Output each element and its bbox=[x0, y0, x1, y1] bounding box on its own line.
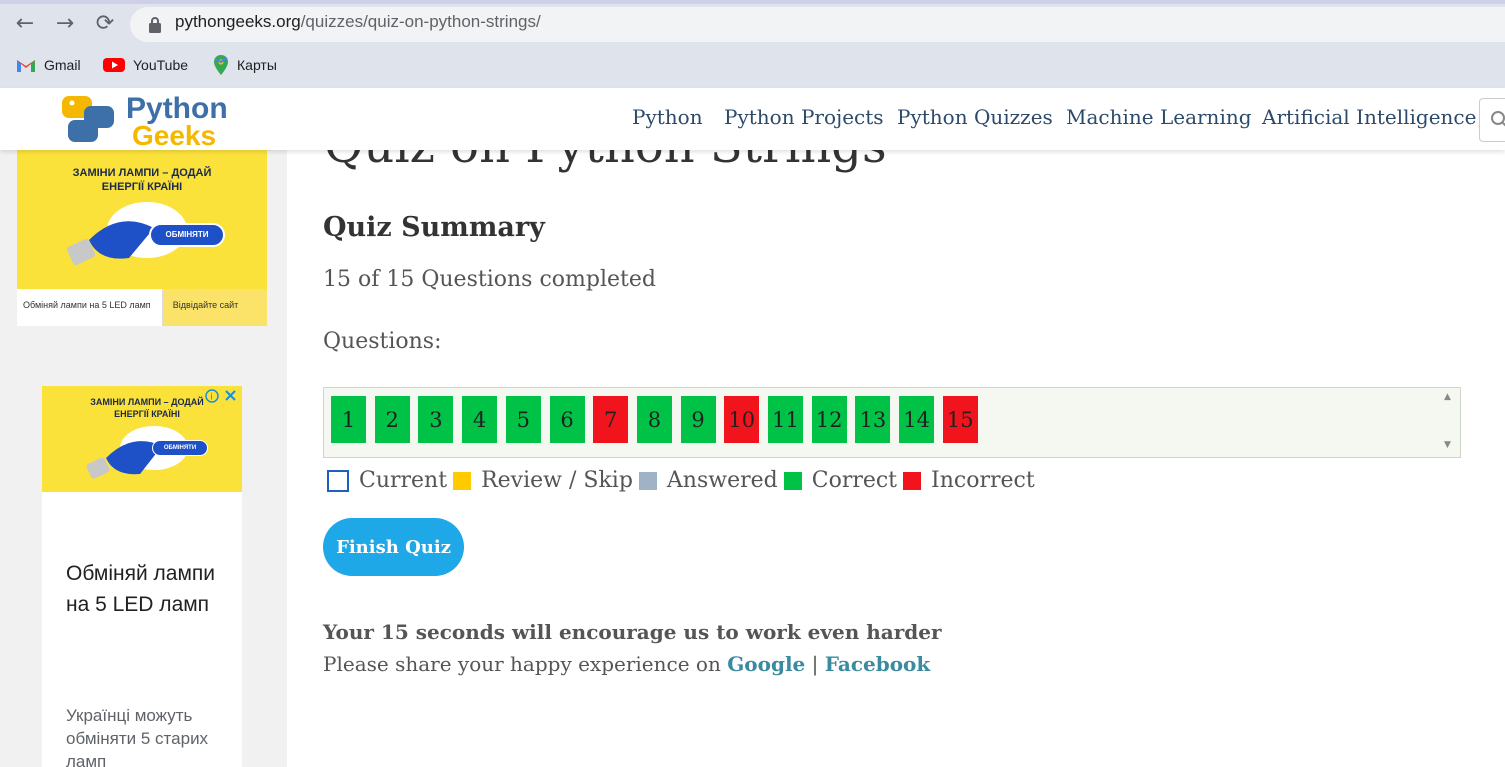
questions-completed-text: 15 of 15 Questions completed bbox=[323, 267, 656, 292]
scroll-up-icon[interactable]: ▲ bbox=[1444, 392, 1451, 402]
question-item-4[interactable]: 4 bbox=[462, 396, 498, 443]
adchoices-close-icon[interactable]: i bbox=[204, 388, 240, 404]
legend-label: Incorrect bbox=[931, 468, 1035, 493]
question-item-15[interactable]: 15 bbox=[942, 396, 978, 443]
legend-swatch-review-skip bbox=[453, 471, 472, 490]
menu-python-projects[interactable]: Python Projects bbox=[724, 105, 884, 129]
menu-python[interactable]: Python bbox=[632, 105, 703, 129]
quiz-summary-heading: Quiz Summary bbox=[323, 212, 545, 243]
lightbulb-image bbox=[86, 426, 188, 479]
search-icon bbox=[1491, 111, 1505, 127]
bookmark-label: Gmail bbox=[44, 57, 81, 73]
encourage-text: Your 15 seconds will encourage us to wor… bbox=[323, 620, 942, 644]
question-item-14[interactable]: 14 bbox=[899, 396, 935, 443]
ad-image: ЗАМІНИ ЛАМПИ – ДОДАЙ ЕНЕРГІЇ КРАЇНІ ОБМІ… bbox=[42, 386, 242, 492]
google-link[interactable]: Google bbox=[727, 652, 805, 676]
question-legend: Current Review / Skip Answered Correct Incor… bbox=[327, 468, 1041, 493]
ad-visit-button[interactable]: Відвідайте сайт bbox=[161, 289, 267, 326]
question-item-12[interactable]: 12 bbox=[811, 396, 847, 443]
sidebar-ad-1[interactable]: ЗАМІНИ ЛАМПИ – ДОДАЙ ЕНЕРГІЇ КРАЇНІ ОБМІ… bbox=[17, 150, 267, 326]
facebook-link[interactable]: Facebook bbox=[825, 652, 931, 676]
ad-footer: Обміняй лампи на 5 LED ламп Відвідайте с… bbox=[17, 289, 267, 326]
ad-headline: ЗАМІНИ ЛАМПИ – ДОДАЙ ЕНЕРГІЇ КРАЇНІ bbox=[90, 397, 204, 419]
forward-icon[interactable]: → bbox=[52, 11, 78, 37]
question-item-9[interactable]: 9 bbox=[680, 396, 716, 443]
ad-caption: Обміняй лампи на 5 LED ламп bbox=[23, 300, 151, 310]
questions-label: Questions: bbox=[323, 329, 442, 354]
bookmark-maps[interactable]: Карты bbox=[213, 54, 277, 76]
python-logo-icon bbox=[62, 96, 114, 142]
question-item-6[interactable]: 6 bbox=[549, 396, 585, 443]
share-prefix: Please share your happy experience on bbox=[323, 652, 721, 676]
menu-artificial-intelligence[interactable]: Artificial Intelligence bbox=[1262, 105, 1476, 129]
legend-swatch-correct bbox=[783, 471, 802, 490]
question-list[interactable]: ▲ ▼ 1 2 3 4 5 6 7 8 9 10 11 12 13 14 15 bbox=[323, 387, 1461, 458]
gmail-icon bbox=[17, 60, 35, 72]
site-header: Python Geeks Python Python Projects Pyth… bbox=[0, 88, 1505, 151]
share-separator: | bbox=[811, 652, 819, 676]
question-item-2[interactable]: 2 bbox=[374, 396, 410, 443]
url-path: /quizzes/quiz-on-python-strings/ bbox=[300, 12, 541, 31]
scroll-down-icon[interactable]: ▼ bbox=[1444, 440, 1451, 450]
url-text[interactable]: pythongeeks.org/quizzes/quiz-on-python-s… bbox=[175, 12, 541, 32]
bookmark-youtube[interactable]: YouTube bbox=[103, 54, 188, 76]
question-item-11[interactable]: 11 bbox=[768, 396, 803, 443]
legend-swatch-incorrect bbox=[903, 471, 922, 490]
ad-body: Українці можуть обміняти 5 старих ламп bbox=[66, 706, 209, 767]
question-item-8[interactable]: 8 bbox=[636, 396, 672, 443]
site-search-input[interactable] bbox=[1479, 98, 1505, 142]
maps-icon bbox=[214, 55, 228, 75]
tab-strip-edge bbox=[0, 0, 1505, 4]
menu-python-quizzes[interactable]: Python Quizzes bbox=[897, 105, 1053, 129]
svg-text:i: i bbox=[210, 393, 213, 403]
ad-headline: ЗАМІНИ ЛАМПИ – ДОДАЙ ЕНЕРГІЇ КРАЇНІ bbox=[72, 167, 212, 193]
legend-label: Answered bbox=[666, 468, 778, 493]
legend-swatch-answered bbox=[638, 471, 657, 490]
youtube-icon bbox=[103, 58, 125, 72]
legend-swatch-current bbox=[327, 469, 349, 492]
legend-label: Correct bbox=[811, 468, 898, 493]
sidebar-ad-2[interactable]: ЗАМІНИ ЛАМПИ – ДОДАЙ ЕНЕРГІЇ КРАЇНІ ОБМІ… bbox=[42, 386, 242, 767]
question-item-1[interactable]: 1 bbox=[331, 396, 366, 443]
share-text: Please share your happy experience on Go… bbox=[323, 652, 930, 676]
menu-machine-learning[interactable]: Machine Learning bbox=[1066, 105, 1252, 129]
finish-quiz-button[interactable]: Finish Quiz bbox=[323, 518, 464, 576]
reload-icon[interactable]: ⟳ bbox=[92, 11, 118, 37]
back-icon[interactable]: ← bbox=[12, 11, 38, 37]
question-item-3[interactable]: 3 bbox=[418, 396, 454, 443]
main-content: Quiz on Python Strings Quiz Summary 15 o… bbox=[287, 118, 1505, 767]
bookmark-label: Карты bbox=[237, 57, 277, 73]
question-item-13[interactable]: 13 bbox=[855, 396, 891, 443]
url-domain: pythongeeks.org bbox=[175, 12, 301, 31]
ad-button[interactable]: ОБМІНЯТИ bbox=[152, 440, 208, 456]
question-item-7[interactable]: 7 bbox=[593, 396, 629, 443]
browser-chrome: ← → ⟳ pythongeeks.org/quizzes/quiz-on-py… bbox=[0, 0, 1505, 89]
bookmark-label: YouTube bbox=[133, 57, 189, 73]
question-item-5[interactable]: 5 bbox=[505, 396, 541, 443]
bookmark-gmail[interactable]: Gmail bbox=[16, 54, 81, 76]
legend-label: Review / Skip bbox=[481, 468, 633, 493]
lock-icon bbox=[149, 17, 161, 33]
question-item-10[interactable]: 10 bbox=[724, 396, 760, 443]
site-logo[interactable]: Python Geeks bbox=[58, 92, 238, 151]
ad-title: Обміняй лампи на 5 LED ламп bbox=[66, 562, 216, 616]
logo-text-geeks: Geeks bbox=[132, 120, 217, 151]
ad-button[interactable]: ОБМІНЯТИ bbox=[149, 223, 225, 247]
legend-label: Current bbox=[359, 468, 448, 493]
